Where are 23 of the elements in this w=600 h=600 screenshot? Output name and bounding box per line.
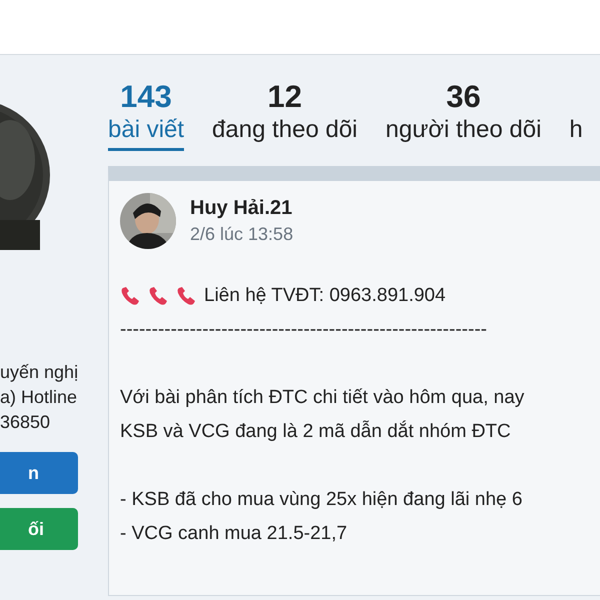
author-name[interactable]: Huy Hải.21: [190, 195, 294, 221]
bio-text: a) Hotline: [0, 386, 78, 409]
post-text: - VCG canh mua 21.5-21,7: [120, 523, 348, 544]
post-text: KSB và VCG đang là 2 mã dẫn dắt nhóm ĐTC: [120, 421, 511, 442]
phone-icon: [148, 286, 170, 306]
post-text: Liên hệ TVĐT: 0963.891.904: [204, 284, 446, 308]
stat-count: 36: [446, 79, 481, 115]
stat-tab[interactable]: đang theo dõi: [212, 115, 358, 151]
stat-tab[interactable]: người theo dõi: [386, 115, 542, 151]
stat-tab[interactable]: h: [569, 115, 583, 151]
post-text: - KSB đã cho mua vùng 25x hiện đang lãi nhẹ 6: [120, 489, 522, 510]
post-text: ----------------------------------------------------------: [120, 319, 487, 340]
stat-tab[interactable]: bài viết: [108, 115, 184, 151]
bio-text: 36850: [0, 411, 52, 434]
phone-icon: [176, 286, 198, 306]
post-text: Với bài phân tích ĐTC chi tiết vào hôm qua, nay: [120, 387, 524, 408]
stat-count: 12: [268, 79, 302, 115]
stat-count: 143: [120, 79, 172, 115]
post-time[interactable]: 2/6 lúc 13:58: [190, 221, 294, 247]
bio-text: uyến nghị: [0, 361, 80, 384]
profile-button[interactable]: n: [0, 452, 78, 494]
profile-button[interactable]: ối: [0, 508, 78, 550]
phone-icon: [120, 286, 142, 306]
